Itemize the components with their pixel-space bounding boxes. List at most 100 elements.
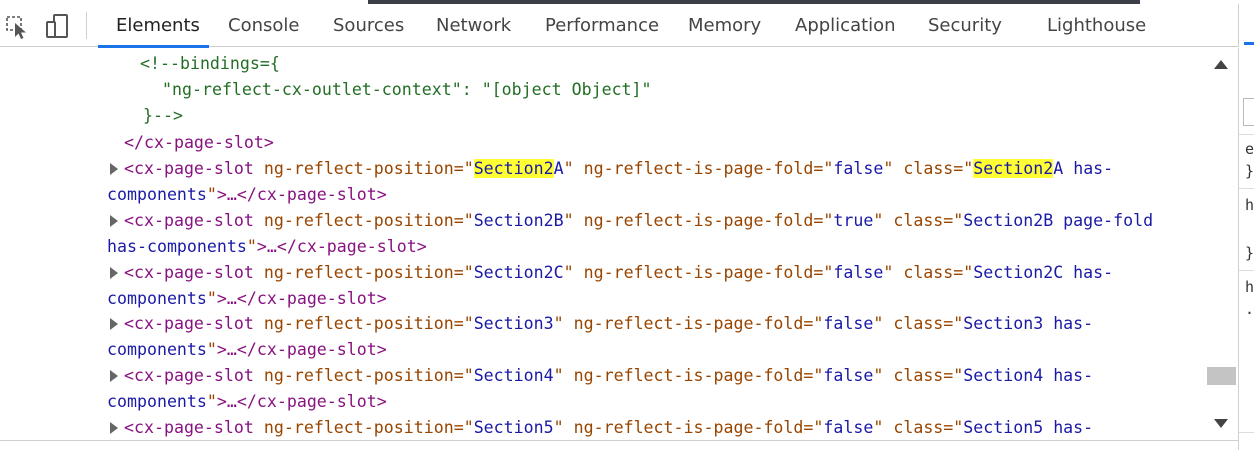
- vertical-scrollbar[interactable]: [1205, 48, 1238, 440]
- class-wrap: components: [107, 340, 207, 359]
- class-value: Section2B page-fold: [963, 211, 1154, 230]
- tab-network[interactable]: Network: [436, 4, 511, 47]
- eq-quote: =": [953, 159, 974, 178]
- side-divider: [1239, 270, 1254, 271]
- tab-sources[interactable]: Sources: [333, 4, 404, 47]
- dom-node-section2b-wrap[interactable]: has-components">…</cx-page-slot>: [107, 236, 427, 258]
- side-glyph: .: [1245, 300, 1254, 318]
- scroll-down-arrow-icon[interactable]: [1214, 419, 1228, 428]
- expand-triangle-icon[interactable]: [110, 422, 118, 434]
- attr-fold: ng-reflect-is-page-fold: [573, 314, 804, 333]
- eq-quote: =": [453, 159, 474, 178]
- attr-fold: ng-reflect-is-page-fold: [583, 159, 814, 178]
- side-panel-tab-indicator: [1244, 42, 1254, 45]
- eq-quote: =": [813, 263, 834, 282]
- quote: ": [206, 340, 217, 359]
- dom-node-section5[interactable]: <cx-page-slot ng-reflect-position="Secti…: [124, 417, 1093, 439]
- eq-quote: =": [453, 418, 474, 437]
- fold-value: true: [833, 211, 874, 230]
- tag-open: <cx-page-slot: [124, 314, 254, 333]
- search-highlight: Section2: [973, 159, 1054, 178]
- eq-quote: =": [453, 366, 474, 385]
- device-toggle-icon[interactable]: [44, 12, 70, 40]
- dom-node-section4[interactable]: <cx-page-slot ng-reflect-position="Secti…: [124, 365, 1093, 387]
- tag-open: <cx-page-slot: [124, 366, 254, 385]
- position-value: Section2C: [473, 263, 564, 282]
- scrollbar-thumb[interactable]: [1207, 367, 1236, 385]
- expand-triangle-icon[interactable]: [110, 370, 118, 382]
- dom-node-section3-wrap[interactable]: components">…</cx-page-slot>: [107, 339, 387, 361]
- tag-open: <cx-page-slot: [124, 159, 254, 178]
- tag-open: <cx-page-slot: [124, 418, 254, 437]
- attr-position: ng-reflect-position: [263, 418, 454, 437]
- attr-position: ng-reflect-position: [263, 314, 454, 333]
- comment-close[interactable]: }-->: [143, 105, 183, 127]
- collapsed-tail: >…</cx-page-slot>: [216, 289, 387, 308]
- eq-quote: =": [943, 314, 964, 333]
- expand-triangle-icon[interactable]: [110, 215, 118, 227]
- dom-node-section2b[interactable]: <cx-page-slot ng-reflect-position =" Secti…: [124, 210, 1153, 232]
- eq-quote: =": [803, 418, 824, 437]
- side-divider: [1239, 432, 1254, 433]
- quote: ": [563, 263, 574, 282]
- tab-console[interactable]: Console: [228, 4, 299, 47]
- scroll-up-arrow-icon[interactable]: [1214, 60, 1228, 69]
- tab-memory[interactable]: Memory: [688, 4, 761, 47]
- class-wrap: components: [107, 185, 207, 204]
- quote: ": [563, 159, 574, 178]
- eq-quote: =": [813, 211, 834, 230]
- side-divider: [1239, 134, 1254, 135]
- attr-class: class: [903, 263, 954, 282]
- attr-position: ng-reflect-position: [263, 211, 454, 230]
- dom-node-section2c[interactable]: <cx-page-slot ng-reflect-position="Secti…: [124, 262, 1113, 284]
- side-glyph: h: [1245, 278, 1254, 296]
- bottom-border: [0, 440, 1238, 450]
- eq-quote: =": [953, 263, 974, 282]
- elements-dom-tree: <!--bindings={ "ng-reflect-cx-outlet-con…: [0, 48, 1205, 440]
- eq-quote: =": [803, 366, 824, 385]
- tab-application[interactable]: Application: [795, 4, 896, 47]
- cursor-select-icon[interactable]: [4, 12, 30, 40]
- collapsed-tail: >…</cx-page-slot>: [216, 340, 387, 359]
- fold-value: false: [823, 366, 874, 385]
- attr-class: class: [903, 159, 954, 178]
- dom-node-section2a-wrap[interactable]: components">…</cx-page-slot>: [107, 184, 387, 206]
- attr-fold: ng-reflect-is-page-fold: [583, 263, 814, 282]
- comment-open[interactable]: <!--bindings={: [140, 53, 280, 75]
- eq-quote: =": [453, 314, 474, 333]
- tab-elements[interactable]: Elements: [116, 4, 200, 47]
- expand-triangle-icon[interactable]: [110, 267, 118, 279]
- expand-triangle-icon[interactable]: [110, 318, 118, 330]
- expand-triangle-icon[interactable]: [110, 163, 118, 175]
- dom-node-section4-wrap[interactable]: components">…</cx-page-slot>: [107, 391, 387, 413]
- class-value: Section2C has-: [973, 263, 1114, 282]
- tag-open: <cx-page-slot: [124, 211, 254, 230]
- eq-quote: =": [943, 366, 964, 385]
- tab-lighthouse[interactable]: Lighthouse: [1047, 4, 1146, 47]
- position-value: Section2B: [473, 211, 564, 230]
- tab-security[interactable]: Security: [928, 4, 1002, 47]
- side-glyph: }: [1245, 162, 1254, 180]
- dom-node-section2a[interactable]: <cx-page-slot ng-reflect-position="Secti…: [124, 158, 1113, 180]
- position-value: Section5: [473, 418, 554, 437]
- tag-open: <cx-page-slot: [124, 263, 254, 282]
- dom-node-section2c-wrap[interactable]: components">…</cx-page-slot>: [107, 288, 387, 310]
- tab-performance[interactable]: Performance: [545, 4, 659, 47]
- styles-side-panel: e } h } h .: [1238, 48, 1254, 450]
- quote: ": [873, 211, 884, 230]
- collapsed-tail: >…</cx-page-slot>: [216, 392, 387, 411]
- fold-value: false: [823, 314, 874, 333]
- quote: ": [873, 418, 884, 437]
- fold-value: false: [833, 263, 884, 282]
- fold-value: false: [823, 418, 874, 437]
- position-rest: A: [553, 159, 564, 178]
- comment-body[interactable]: "ng-reflect-cx-outlet-context": "[object…: [162, 79, 652, 101]
- attr-position: ng-reflect-position: [263, 366, 454, 385]
- filter-input[interactable]: [1243, 98, 1254, 126]
- attr-class: class: [893, 211, 944, 230]
- eq-quote: =": [803, 314, 824, 333]
- close-slot-tag[interactable]: </cx-page-slot>: [124, 132, 274, 154]
- dom-node-section3[interactable]: <cx-page-slot ng-reflect-position="Secti…: [124, 313, 1093, 335]
- class-value: Section4 has-: [963, 366, 1094, 385]
- class-wrap: has-components: [107, 237, 247, 256]
